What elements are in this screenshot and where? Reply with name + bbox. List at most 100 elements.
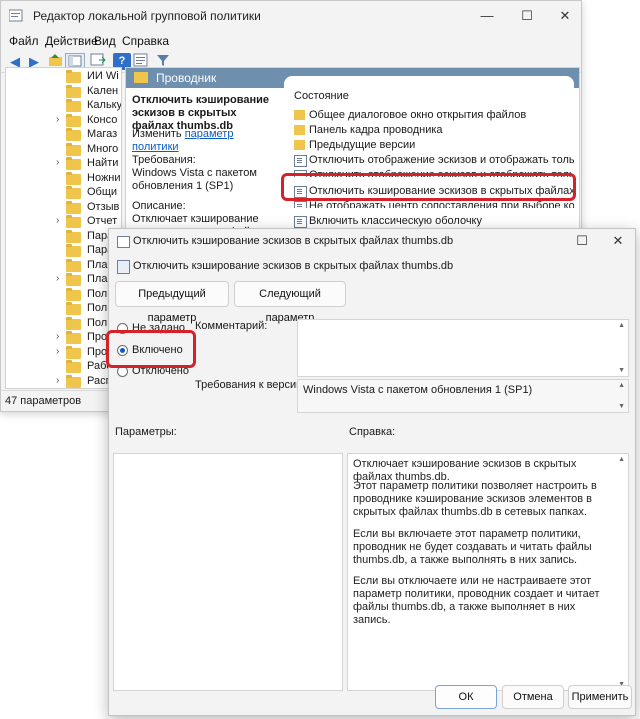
chevron-right-icon[interactable]: ›	[56, 331, 59, 342]
settings-row[interactable]: Панель кадра проводника	[294, 124, 574, 139]
tree-item[interactable]: Парам	[6, 229, 121, 244]
tree-item[interactable]: › Отчет	[6, 215, 121, 229]
tree-item[interactable]: Пользс	[6, 302, 121, 316]
dialog-title-bar: Отключить кэширование эскизов в скрытых …	[109, 229, 635, 253]
chevron-right-icon[interactable]: ›	[56, 273, 59, 284]
edit-prefix: Изменить	[132, 128, 182, 140]
menu-bar: Файл Действие Вид Справка	[1, 31, 581, 51]
folder-icon	[66, 200, 81, 214]
tree-item[interactable]: › Распо	[6, 374, 121, 389]
help-paragraph: Если вы отключаете или не настраиваете э…	[353, 575, 600, 626]
settings-row-label: Не отображать центр сопоставления при вы…	[309, 200, 574, 208]
folder-icon	[66, 258, 81, 272]
menu-view[interactable]: Вид	[94, 34, 116, 48]
folder-icon	[294, 110, 305, 120]
folder-icon	[134, 72, 148, 83]
options-label: Параметры:	[115, 426, 177, 438]
comment-textarea[interactable]: ▲ ▼	[297, 319, 629, 377]
settings-row-label: Включить классическую оболочку	[309, 215, 482, 227]
dialog-maximize-button[interactable]: ☐	[567, 232, 597, 250]
tree-item[interactable]: ИИ Wi	[6, 70, 121, 84]
description-label: Описание:	[132, 200, 186, 212]
folder-icon	[66, 113, 81, 127]
previous-setting-button[interactable]: Предыдущий параметр	[115, 281, 229, 324]
tree-item[interactable]: Парам	[6, 244, 121, 258]
folder-icon	[66, 302, 81, 315]
policy-setting-icon	[294, 155, 307, 167]
settings-row-label: Общее диалоговое окно открытия файлов	[309, 109, 527, 121]
folder-icon	[294, 125, 305, 135]
apply-button[interactable]: Применить	[568, 685, 632, 709]
settings-row-label: Отключить отображение эскизов и отобража…	[309, 154, 574, 166]
folder-icon	[66, 70, 81, 83]
menu-action[interactable]: Действие	[45, 34, 98, 48]
folder-icon	[66, 229, 81, 243]
tree-item[interactable]: Общи	[6, 186, 121, 200]
folder-icon	[66, 142, 81, 156]
ok-button[interactable]: ОК	[435, 685, 497, 709]
folder-icon	[66, 244, 81, 257]
scroll-up-icon[interactable]: ▲	[618, 456, 625, 463]
tree-item[interactable]: Много	[6, 142, 121, 157]
settings-row[interactable]: Отключить отображение эскизов и отобража…	[294, 154, 574, 169]
maximize-button[interactable]: ☐	[509, 5, 545, 27]
folder-icon	[294, 140, 305, 150]
dialog-close-button[interactable]: ✕	[603, 232, 633, 250]
scroll-down-icon[interactable]: ▼	[618, 367, 625, 374]
chevron-right-icon[interactable]: ›	[56, 157, 59, 168]
settings-row[interactable]: Общее диалоговое окно открытия файлов	[294, 109, 574, 124]
policy-setting-icon	[294, 201, 307, 208]
settings-column-header[interactable]: Состояние	[294, 90, 574, 105]
window-title: Редактор локальной групповой политики	[33, 9, 261, 23]
scroll-up-icon[interactable]: ▲	[618, 382, 625, 389]
tree-item[interactable]: Плани	[6, 258, 121, 273]
menu-file[interactable]: Файл	[9, 34, 39, 48]
tree-item-label: Магаз	[87, 128, 118, 140]
chevron-right-icon[interactable]: ›	[56, 346, 59, 357]
options-panel	[113, 453, 343, 691]
tree-item-label: Кальку	[87, 99, 122, 111]
tree-item[interactable]: Пользс	[6, 316, 121, 331]
scroll-down-icon[interactable]: ▼	[618, 403, 625, 410]
tree-item[interactable]: Ножни	[6, 171, 121, 186]
tree-item[interactable]: Отзыв	[6, 200, 121, 215]
tree-item[interactable]: Кален	[6, 84, 121, 99]
tree-item[interactable]: › Прово	[6, 331, 121, 345]
folder-icon	[66, 316, 81, 330]
settings-row[interactable]: Не отображать центр сопоставления при вы…	[294, 200, 574, 208]
folder-icon	[66, 331, 81, 344]
cancel-button[interactable]: Отмена	[502, 685, 564, 709]
tree-item[interactable]: › Найти	[6, 157, 121, 171]
policy-settings-dialog: Отключить кэширование эскизов в скрытых …	[108, 228, 636, 716]
tree-item[interactable]: › Консо	[6, 113, 121, 128]
tree-item[interactable]: Кальку	[6, 99, 122, 113]
tree-item-label: Консо	[87, 113, 118, 126]
tree-item[interactable]: › Планш	[6, 273, 121, 287]
help-paragraph: Этот параметр политики позволяет настрои…	[353, 480, 597, 518]
supported-on-field: Windows Vista с пакетом обновления 1 (SP…	[297, 379, 629, 413]
folder-icon	[66, 99, 81, 112]
scroll-up-icon[interactable]: ▲	[618, 322, 625, 329]
tree-item-label: Кален	[87, 84, 119, 97]
tree-item[interactable]: Рабоч	[6, 360, 121, 374]
chevron-right-icon[interactable]: ›	[56, 215, 59, 226]
next-setting-button[interactable]: Следующий параметр	[234, 281, 346, 324]
tree-item[interactable]: Пользс	[6, 287, 121, 302]
comment-label: Комментарий:	[195, 320, 268, 332]
tree-item-label: Ножни	[87, 171, 121, 184]
supported-on-label: Требования к версии:	[195, 379, 306, 391]
close-button[interactable]: ✕	[547, 5, 583, 27]
folder-icon	[66, 171, 81, 185]
minimize-button[interactable]: —	[469, 5, 505, 27]
tree-item-label: ИИ Wi	[87, 70, 119, 82]
settings-row[interactable]: Предыдущие версии	[294, 139, 574, 154]
chevron-right-icon[interactable]: ›	[56, 114, 59, 125]
folder-icon	[66, 215, 81, 228]
folder-icon	[66, 345, 81, 359]
tree-item[interactable]: Магаз	[6, 128, 121, 142]
menu-help[interactable]: Справка	[122, 34, 169, 48]
pane-header-title: Проводник	[156, 71, 217, 85]
title-bar: Редактор локальной групповой политики — …	[1, 1, 581, 31]
tree-item[interactable]: › Прои	[6, 345, 121, 360]
chevron-right-icon[interactable]: ›	[56, 375, 59, 386]
